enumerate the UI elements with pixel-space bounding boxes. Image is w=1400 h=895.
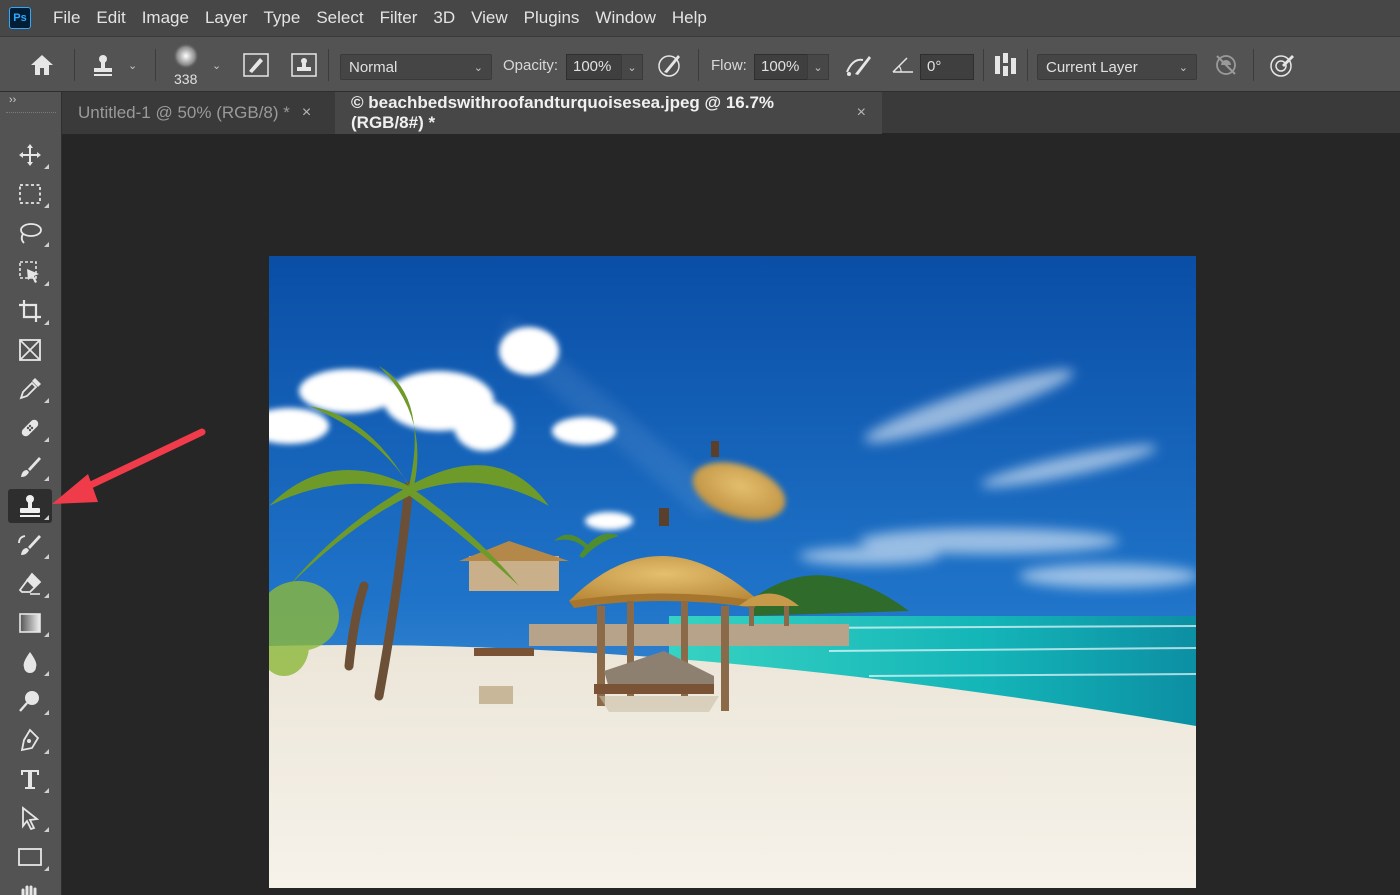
menu-bar: Ps File Edit Image Layer Type Select Fil… bbox=[0, 0, 1400, 36]
frame-icon bbox=[19, 339, 41, 361]
crop-tool[interactable] bbox=[8, 294, 52, 328]
menu-plugins[interactable]: Plugins bbox=[524, 8, 580, 28]
airbrush-icon[interactable] bbox=[843, 50, 873, 80]
options-bar: ⌄ 338 ⌄ Normal ⌄ Opacity: 100% ⌄ Flow: 1… bbox=[0, 36, 1400, 92]
annotation-arrow bbox=[52, 428, 206, 504]
eyedropper-icon bbox=[19, 378, 41, 400]
eraser-icon bbox=[18, 572, 42, 595]
chevron-down-icon: ⌄ bbox=[473, 61, 483, 74]
angle-input[interactable]: 0° bbox=[920, 54, 974, 80]
crop-icon bbox=[19, 300, 41, 322]
menu-help[interactable]: Help bbox=[672, 8, 707, 28]
blur-tool[interactable] bbox=[8, 645, 52, 679]
menu-view[interactable]: View bbox=[471, 8, 508, 28]
eraser-tool[interactable] bbox=[8, 567, 52, 601]
marquee-tool[interactable] bbox=[8, 177, 52, 211]
pen-icon bbox=[20, 728, 40, 752]
tool-preset-caret-icon[interactable]: ⌄ bbox=[128, 37, 137, 93]
menu-type[interactable]: Type bbox=[263, 8, 300, 28]
opacity-input[interactable]: 100% bbox=[566, 54, 622, 80]
rectangle-tool[interactable] bbox=[8, 840, 52, 874]
tab-label: © beachbedswithroofandturquoisesea.jpeg … bbox=[351, 93, 775, 132]
gradient-tool[interactable] bbox=[8, 606, 52, 640]
frame-tool[interactable] bbox=[8, 333, 52, 367]
brush-picker-caret-icon[interactable]: ⌄ bbox=[212, 37, 221, 93]
blend-mode-select[interactable]: Normal ⌄ bbox=[340, 54, 492, 80]
collapse-toolbar-icon[interactable]: ›› bbox=[9, 94, 16, 106]
type-icon bbox=[21, 770, 39, 789]
aligned-sample-icon[interactable] bbox=[991, 50, 1021, 80]
clone-source-panel-icon[interactable] bbox=[289, 50, 319, 80]
flow-caret-icon[interactable]: ⌄ bbox=[807, 54, 829, 80]
move-icon bbox=[19, 144, 41, 166]
object-select-icon bbox=[19, 261, 39, 283]
menu-layer[interactable]: Layer bbox=[205, 8, 248, 28]
chevron-down-icon: ⌄ bbox=[1178, 61, 1188, 74]
tab-label: Untitled-1 @ 50% (RGB/8) * bbox=[78, 103, 290, 122]
flow-label: Flow: bbox=[711, 57, 747, 74]
blend-mode-value: Normal bbox=[349, 58, 398, 76]
opacity-label: Opacity: bbox=[503, 57, 559, 74]
brush-icon bbox=[21, 457, 41, 477]
hand-tool[interactable] bbox=[8, 879, 52, 895]
menu-filter[interactable]: Filter bbox=[380, 8, 418, 28]
tab-untitled-1[interactable]: Untitled-1 @ 50% (RGB/8) * × bbox=[62, 92, 335, 134]
dodge-tool[interactable] bbox=[8, 684, 52, 718]
photoshop-logo-icon[interactable]: Ps bbox=[9, 7, 31, 29]
document-tab-bar: Untitled-1 @ 50% (RGB/8) * × © beachbeds… bbox=[62, 92, 1400, 134]
menu-file[interactable]: File bbox=[53, 8, 80, 28]
menu-image[interactable]: Image bbox=[142, 8, 189, 28]
move-tool[interactable] bbox=[8, 138, 52, 172]
brush-settings-panel-icon[interactable] bbox=[241, 50, 271, 80]
gradient-icon bbox=[19, 613, 41, 633]
home-icon[interactable] bbox=[27, 50, 57, 80]
menu-select[interactable]: Select bbox=[316, 8, 363, 28]
close-icon[interactable]: × bbox=[857, 104, 866, 122]
lasso-tool[interactable] bbox=[8, 216, 52, 250]
history-brush-tool[interactable] bbox=[8, 528, 52, 562]
beach-scene-image bbox=[269, 256, 1196, 888]
object-select-tool[interactable] bbox=[8, 255, 52, 289]
brush-angle-icon bbox=[888, 50, 918, 80]
lasso-icon bbox=[20, 223, 42, 244]
ignore-adjustment-layers-icon[interactable] bbox=[1211, 50, 1241, 80]
eyedropper-tool[interactable] bbox=[8, 372, 52, 406]
opacity-caret-icon[interactable]: ⌄ bbox=[621, 54, 643, 80]
toolbar-grip[interactable] bbox=[6, 112, 56, 114]
brush-preview-icon[interactable] bbox=[171, 41, 201, 71]
pressure-opacity-icon[interactable] bbox=[655, 50, 685, 80]
path-select-tool[interactable] bbox=[8, 801, 52, 835]
dodge-icon bbox=[19, 691, 39, 712]
marquee-icon bbox=[19, 184, 41, 204]
sample-layer-value: Current Layer bbox=[1046, 58, 1138, 76]
path-select-icon bbox=[22, 806, 40, 830]
menu-edit[interactable]: Edit bbox=[96, 8, 125, 28]
hand-icon bbox=[21, 885, 37, 895]
menu-window[interactable]: Window bbox=[595, 8, 655, 28]
blur-icon bbox=[23, 652, 37, 673]
flow-input[interactable]: 100% bbox=[754, 54, 808, 80]
tool-preset-stamp-icon[interactable] bbox=[88, 50, 118, 80]
pressure-size-icon[interactable] bbox=[1267, 50, 1297, 80]
history-brush-icon bbox=[18, 535, 41, 555]
pen-tool[interactable] bbox=[8, 723, 52, 757]
menu-3d[interactable]: 3D bbox=[433, 8, 455, 28]
beach-photo-canvas[interactable] bbox=[269, 256, 1196, 888]
brush-size-value: 338 bbox=[174, 71, 198, 87]
tab-beach-image[interactable]: © beachbedswithroofandturquoisesea.jpeg … bbox=[335, 92, 882, 134]
type-tool[interactable] bbox=[8, 762, 52, 796]
close-icon[interactable]: × bbox=[302, 104, 311, 122]
sample-layer-select[interactable]: Current Layer ⌄ bbox=[1037, 54, 1197, 80]
rectangle-icon bbox=[18, 848, 42, 866]
